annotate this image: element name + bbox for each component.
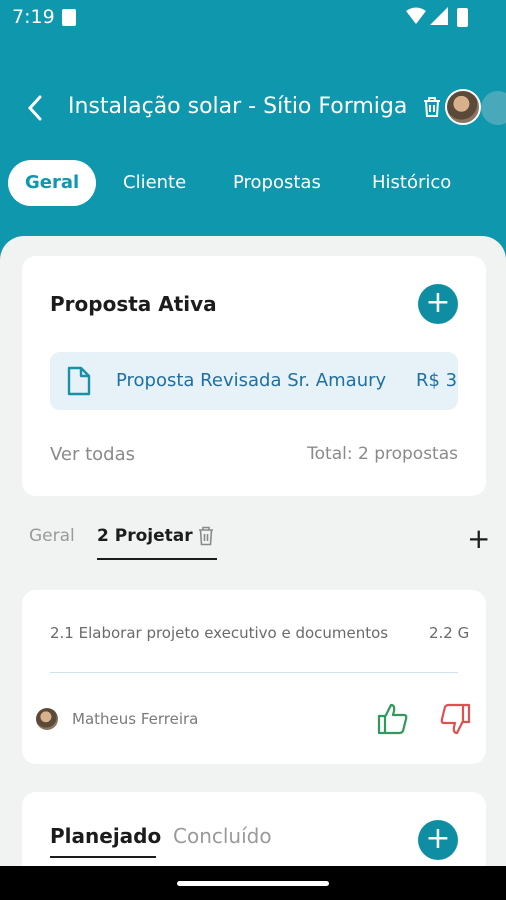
app-bar: Instalação solar - Sítio Formiga xyxy=(0,80,506,140)
add-stage-button[interactable]: + xyxy=(467,522,490,555)
thumbs-up-icon[interactable] xyxy=(376,702,410,736)
proposal-value: R$ 3 xyxy=(416,370,458,391)
trash-icon[interactable] xyxy=(197,526,215,546)
assignee-name: Matheus Ferreira xyxy=(72,710,199,728)
tab-geral[interactable]: Geral xyxy=(8,160,97,206)
task-card[interactable]: 2.1 Elaborar projeto executivo e documen… xyxy=(22,590,486,764)
sub-tab-bar: Geral 2 Projetar + xyxy=(0,520,506,564)
proposal-item[interactable]: Proposta Revisada Sr. Amaury R$ 3 xyxy=(50,352,458,410)
status-bar: 7:19 xyxy=(0,0,506,36)
tab-historico[interactable]: Histórico xyxy=(355,160,468,206)
add-task-button[interactable]: + xyxy=(418,820,458,860)
card-title: Proposta Ativa xyxy=(50,292,217,316)
tab-bar: Geral Cliente Propostas Histórico xyxy=(0,160,506,208)
see-all-link[interactable]: Ver todas xyxy=(50,444,135,465)
thumbs-down-icon[interactable] xyxy=(438,702,472,736)
document-icon xyxy=(67,366,91,396)
battery-icon xyxy=(457,8,468,27)
tab-concluido[interactable]: Concluído xyxy=(173,824,272,848)
tab-propostas[interactable]: Propostas xyxy=(216,160,338,206)
active-tab-indicator xyxy=(50,856,156,858)
proposal-name: Proposta Revisada Sr. Amaury xyxy=(116,370,387,391)
cellular-icon xyxy=(430,7,448,25)
status-time: 7:19 xyxy=(12,6,55,28)
proposal-total: Total: 2 propostas xyxy=(307,444,458,464)
task-title: 2.1 Elaborar projeto executivo e documen… xyxy=(50,624,389,642)
sim-card-icon xyxy=(62,9,76,26)
tab-cliente[interactable]: Cliente xyxy=(106,160,203,206)
subtab-projetar[interactable]: 2 Projetar xyxy=(97,526,193,546)
add-proposal-button[interactable]: + xyxy=(418,284,458,324)
trash-icon[interactable] xyxy=(422,96,442,118)
active-subtab-indicator xyxy=(97,558,217,560)
task-next: 2.2 G xyxy=(429,624,470,642)
divider xyxy=(50,672,458,673)
user-avatar-secondary[interactable] xyxy=(481,91,506,125)
user-avatar[interactable] xyxy=(445,89,481,125)
avatar xyxy=(36,708,58,730)
tab-planejado[interactable]: Planejado xyxy=(50,824,161,848)
page-title: Instalação solar - Sítio Formiga xyxy=(68,94,408,119)
wifi-icon xyxy=(406,7,426,24)
navigation-bar xyxy=(0,866,506,900)
back-arrow-icon[interactable] xyxy=(24,94,48,122)
active-proposal-card: Proposta Ativa + Proposta Revisada Sr. A… xyxy=(22,256,486,496)
subtab-geral[interactable]: Geral xyxy=(29,526,75,546)
home-handle[interactable] xyxy=(177,881,329,886)
main-content: Proposta Ativa + Proposta Revisada Sr. A… xyxy=(0,236,506,900)
